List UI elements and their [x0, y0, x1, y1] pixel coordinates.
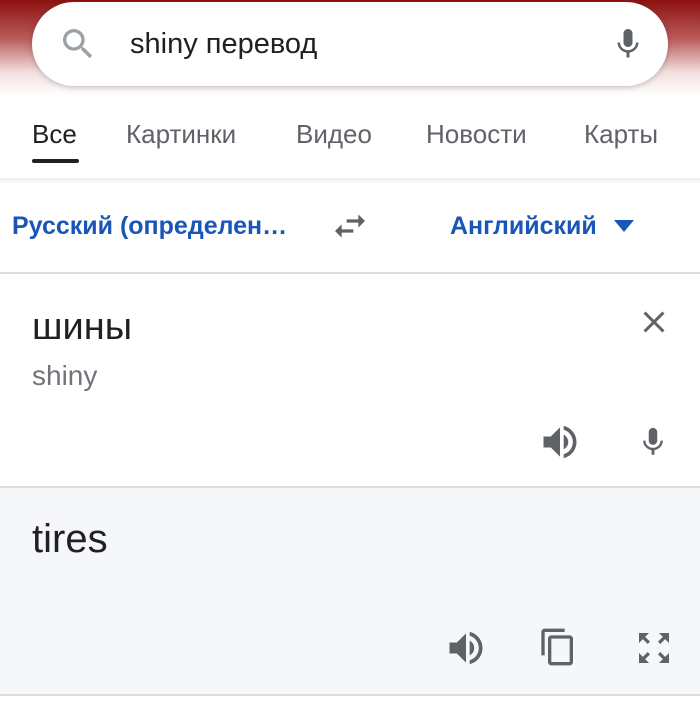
tab-videos[interactable]: Видео	[296, 114, 372, 154]
close-icon[interactable]	[636, 304, 672, 340]
speaker-icon[interactable]	[444, 626, 488, 670]
mic-icon[interactable]	[636, 418, 670, 466]
search-tabs: Все Картинки Видео Новости Карты	[0, 96, 700, 180]
source-transliteration: shiny	[32, 360, 98, 391]
tab-images[interactable]: Картинки	[126, 114, 236, 154]
mic-icon[interactable]	[610, 22, 646, 66]
source-text[interactable]: шины	[32, 304, 132, 350]
tab-news[interactable]: Новости	[426, 114, 527, 154]
search-box[interactable]: shiny перевод	[32, 2, 668, 86]
swap-languages-icon[interactable]	[328, 206, 372, 246]
source-text-panel[interactable]: шины shiny	[0, 274, 700, 486]
tab-maps[interactable]: Карты	[584, 114, 658, 154]
translation-text: tires	[32, 517, 108, 561]
fullscreen-icon[interactable]	[634, 628, 674, 668]
target-language-button[interactable]: Английский	[450, 208, 597, 244]
active-tab-indicator	[32, 159, 79, 163]
translation-panel: tires	[0, 488, 700, 694]
language-bar: Русский (определен… Английский	[0, 184, 700, 272]
divider	[0, 694, 700, 696]
search-input[interactable]: shiny перевод	[130, 24, 317, 64]
source-language-button[interactable]: Русский (определен…	[12, 208, 287, 244]
search-icon[interactable]	[58, 24, 98, 64]
speaker-icon[interactable]	[538, 420, 582, 464]
caret-down-icon[interactable]	[614, 220, 634, 232]
copy-icon[interactable]	[538, 624, 578, 670]
tab-all[interactable]: Все	[32, 114, 77, 154]
